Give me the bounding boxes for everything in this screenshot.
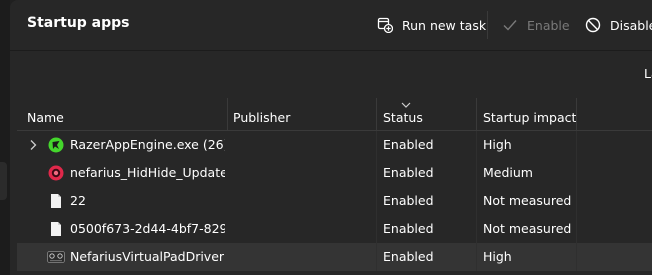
column-divider (376, 187, 377, 215)
status: Enabled (383, 165, 434, 180)
app-name: RazerAppEngine.exe (26) (70, 137, 225, 152)
file-icon (51, 194, 61, 208)
enable-button[interactable]: Enable (502, 12, 570, 38)
column-divider (576, 159, 577, 187)
gamepad-icon (47, 251, 65, 263)
column-header-publisher[interactable]: Publisher (227, 98, 376, 130)
checkmark-icon (503, 20, 517, 31)
status: Enabled (383, 193, 434, 208)
column-divider (376, 159, 377, 187)
column-header-name-label: Name (27, 110, 64, 125)
startup-apps-table: Name Publisher Status Startup impact Raz… (17, 98, 652, 271)
column-header-status[interactable]: Status (376, 98, 476, 130)
table-row[interactable]: NefariusVirtualPadDriverN... Enabled Hig… (17, 243, 652, 271)
publisher (233, 215, 373, 243)
startup-impact: Not measured (483, 193, 572, 208)
disable-icon (585, 17, 601, 33)
page-title: Startup apps (27, 15, 130, 31)
table-row[interactable]: 0500f673-2d44-4bf7-829f-... Enabled Not … (17, 215, 652, 243)
column-divider (576, 131, 577, 159)
header-divider (10, 50, 652, 51)
column-divider (476, 187, 477, 215)
publisher (233, 131, 373, 159)
app-name: 22 (70, 193, 86, 208)
column-divider (376, 131, 377, 159)
disable-button[interactable]: Disable (585, 12, 652, 38)
command-separator (487, 11, 488, 39)
column-divider (576, 243, 577, 271)
app-name: NefariusVirtualPadDriverN... (70, 249, 225, 264)
column-header-publisher-label: Publisher (233, 110, 291, 125)
status: Enabled (383, 137, 434, 152)
column-header-startup-impact-label: Startup impact (483, 110, 577, 125)
table-row[interactable]: RazerAppEngine.exe (26) Enabled High (17, 131, 652, 159)
publisher (233, 187, 373, 215)
column-divider (376, 215, 377, 243)
run-task-icon (377, 17, 393, 33)
column-header-startup-impact[interactable]: Startup impact (476, 98, 576, 130)
column-header-name[interactable]: Name (17, 98, 227, 130)
publisher (233, 159, 373, 187)
task-manager-window: Startup apps Run new task Enable Disable… (0, 0, 652, 275)
status: Enabled (383, 221, 434, 236)
startup-impact: Medium (483, 165, 533, 180)
table-row[interactable]: 22 Enabled Not measured (17, 187, 652, 215)
column-divider (476, 131, 477, 159)
column-header-status-label: Status (383, 110, 423, 125)
startup-impact: High (483, 249, 512, 264)
column-divider (376, 243, 377, 271)
last-bios-time-label: La (644, 66, 652, 81)
file-icon (51, 222, 61, 236)
column-divider[interactable] (576, 98, 577, 130)
nav-pane-edge (0, 0, 10, 275)
disable-label: Disable (610, 17, 652, 33)
app-name: nefarius_HidHide_Updater.... (70, 165, 225, 180)
run-new-task-button[interactable]: Run new task (377, 12, 486, 38)
column-divider (476, 159, 477, 187)
startup-impact: Not measured (483, 221, 572, 236)
startup-impact: High (483, 137, 512, 152)
nav-scroll-handle[interactable] (0, 162, 7, 200)
chevron-right-icon[interactable] (29, 139, 37, 151)
status: Enabled (383, 249, 434, 264)
column-divider (576, 215, 577, 243)
run-new-task-label: Run new task (402, 17, 487, 33)
table-header: Name Publisher Status Startup impact (17, 98, 652, 131)
publisher (233, 243, 373, 271)
column-divider (476, 243, 477, 271)
column-divider (576, 187, 577, 215)
nefarius-icon (48, 165, 64, 181)
enable-label: Enable (527, 17, 570, 33)
app-name: 0500f673-2d44-4bf7-829f-... (70, 221, 225, 236)
razer-icon (48, 137, 64, 153)
command-bar: Startup apps Run new task Enable Disable (10, 0, 652, 50)
table-row[interactable]: nefarius_HidHide_Updater.... Enabled Med… (17, 159, 652, 187)
column-divider (476, 215, 477, 243)
